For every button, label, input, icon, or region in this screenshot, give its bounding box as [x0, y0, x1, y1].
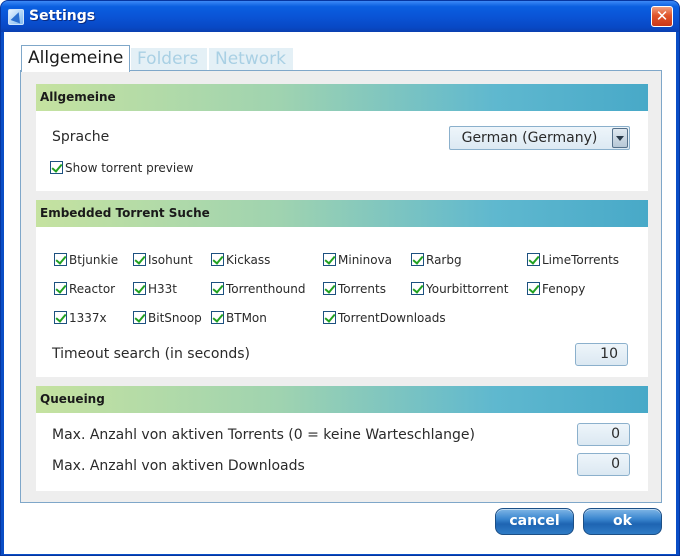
site-checkbox-torrentdownloads[interactable]: TorrentDownloads	[323, 310, 463, 326]
site-checkbox-mininova[interactable]: Mininova	[323, 252, 403, 268]
settings-window: Settings ✕ Allgemeine Folders Network Al…	[0, 0, 680, 556]
site-checkbox-btmon[interactable]: BTMon	[211, 310, 311, 326]
max-torrents-input[interactable]: 0	[577, 423, 630, 446]
language-select[interactable]: German (Germany)	[449, 126, 630, 150]
section-header-queueing: Queueing	[36, 386, 648, 413]
max-torrents-label: Max. Anzahl von aktiven Torrents (0 = ke…	[52, 427, 475, 443]
section-header-general: Allgemeine	[36, 84, 648, 111]
cancel-button[interactable]: cancel	[495, 508, 574, 535]
site-label: Torrents	[338, 282, 386, 296]
site-label: Mininova	[338, 253, 393, 267]
show-preview-checkbox[interactable]: Show torrent preview	[50, 160, 250, 176]
checkbox-checked-icon[interactable]	[54, 311, 67, 324]
site-label: BTMon	[226, 311, 267, 325]
language-label: Sprache	[52, 129, 110, 145]
site-checkbox-fenopy[interactable]: Fenopy	[527, 281, 637, 297]
timeout-label: Timeout search (in seconds)	[52, 346, 250, 362]
window-title: Settings	[29, 8, 96, 24]
ok-button[interactable]: ok	[583, 508, 662, 535]
checkbox-checked-icon[interactable]	[54, 253, 67, 266]
site-label: BitSnoop	[148, 311, 202, 325]
site-label: Rarbg	[426, 253, 462, 267]
checkbox-checked-icon[interactable]	[211, 253, 224, 266]
max-downloads-label: Max. Anzahl von aktiven Downloads	[52, 458, 305, 474]
site-label: Btjunkie	[69, 253, 119, 267]
site-label: Torrenthound	[226, 282, 306, 296]
checkbox-checked-icon[interactable]	[323, 311, 336, 324]
site-label: LimeTorrents	[542, 253, 620, 267]
app-icon	[8, 9, 24, 25]
site-label: Fenopy	[542, 282, 586, 296]
site-checkbox-isohunt[interactable]: Isohunt	[133, 252, 203, 268]
section-embedded-search: Embedded Torrent Suche Btjunkie Isohunt …	[36, 200, 648, 380]
site-label: Isohunt	[148, 253, 193, 267]
show-preview-label: Show torrent preview	[65, 161, 194, 175]
site-label: H33t	[148, 282, 177, 296]
max-downloads-input[interactable]: 0	[577, 453, 630, 476]
site-checkbox-btjunkie[interactable]: Btjunkie	[54, 252, 124, 268]
site-checkbox-limetorrents[interactable]: LimeTorrents	[527, 252, 637, 268]
timeout-input[interactable]: 10	[575, 343, 628, 366]
checkbox-checked-icon[interactable]	[527, 253, 540, 266]
section-body	[36, 111, 648, 191]
site-checkbox-h33t[interactable]: H33t	[133, 281, 203, 297]
checkbox-checked-icon[interactable]	[133, 282, 146, 295]
section-general: Allgemeine Sprache German (Germany) Show…	[36, 84, 648, 195]
close-button[interactable]: ✕	[651, 6, 673, 27]
chevron-down-icon[interactable]	[612, 128, 628, 148]
section-body	[36, 413, 648, 491]
tab-allgemeine[interactable]: Allgemeine	[21, 45, 130, 72]
checkbox-checked-icon[interactable]	[411, 282, 424, 295]
title-bar[interactable]: Settings ✕	[1, 1, 679, 32]
site-checkbox-rarbg[interactable]: Rarbg	[411, 252, 511, 268]
language-select-value: German (Germany)	[461, 130, 598, 146]
site-checkbox-reactor[interactable]: Reactor	[54, 281, 124, 297]
site-checkbox-bitsnoop[interactable]: BitSnoop	[133, 310, 208, 326]
site-checkbox-yourbittorrent[interactable]: Yourbittorrent	[411, 281, 521, 297]
site-label: TorrentDownloads	[338, 311, 446, 325]
tab-panel: Allgemeine Sprache German (Germany) Show…	[20, 70, 662, 503]
site-label: Kickass	[226, 253, 271, 267]
site-checkbox-torrenthound[interactable]: Torrenthound	[211, 281, 311, 297]
site-label: 1337x	[69, 311, 107, 325]
section-queueing: Queueing Max. Anzahl von aktiven Torrent…	[36, 386, 648, 491]
site-label: Yourbittorrent	[426, 282, 509, 296]
checkbox-checked-icon[interactable]	[50, 161, 63, 174]
checkbox-checked-icon[interactable]	[133, 253, 146, 266]
site-checkbox-torrents[interactable]: Torrents	[323, 281, 403, 297]
checkbox-checked-icon[interactable]	[323, 253, 336, 266]
checkbox-checked-icon[interactable]	[323, 282, 336, 295]
checkbox-checked-icon[interactable]	[527, 282, 540, 295]
checkbox-checked-icon[interactable]	[411, 253, 424, 266]
section-header-embedded: Embedded Torrent Suche	[36, 200, 648, 227]
checkbox-checked-icon[interactable]	[211, 311, 224, 324]
site-label: Reactor	[69, 282, 116, 296]
checkbox-checked-icon[interactable]	[211, 282, 224, 295]
checkbox-checked-icon[interactable]	[54, 282, 67, 295]
site-checkbox-1337x[interactable]: 1337x	[54, 310, 124, 326]
client-area: Allgemeine Folders Network Allgemeine Sp…	[4, 32, 676, 554]
checkbox-checked-icon[interactable]	[133, 311, 146, 324]
site-checkbox-kickass[interactable]: Kickass	[211, 252, 311, 268]
tab-network[interactable]: Network	[209, 48, 293, 71]
tab-folders[interactable]: Folders	[131, 48, 207, 71]
